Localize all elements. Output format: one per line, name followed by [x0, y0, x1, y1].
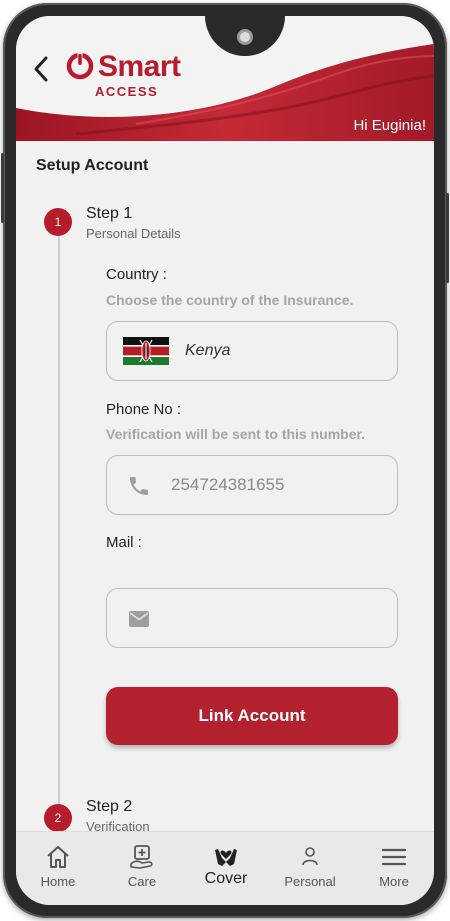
link-account-button[interactable]: Link Account	[106, 687, 398, 745]
mail-input[interactable]	[171, 603, 381, 633]
country-select[interactable]: Kenya	[106, 321, 398, 381]
brand-name: Smart	[98, 50, 181, 83]
power-button	[446, 193, 449, 283]
step-2-badge: 2	[44, 804, 72, 832]
back-button[interactable]	[28, 52, 54, 86]
care-icon	[130, 845, 153, 869]
nav-item-more[interactable]: More	[352, 832, 434, 905]
power-logo-icon	[66, 52, 94, 80]
app-screen: Smart ACCESS Hi Euginia! Setup Account 1…	[16, 16, 434, 905]
nav-label-cover: Cover	[204, 870, 248, 887]
mail-field[interactable]	[106, 588, 398, 648]
bottom-navigation: Home Care Cover Personal More	[16, 831, 434, 905]
home-icon	[47, 846, 69, 868]
brand-logo: Smart ACCESS	[64, 50, 204, 102]
step-1-title: Step 1	[86, 205, 133, 222]
menu-icon	[381, 848, 407, 866]
phone-label: Phone No :	[106, 401, 182, 418]
step-1-subtitle: Personal Details	[86, 226, 181, 241]
country-label: Country :	[106, 266, 167, 283]
nav-item-personal[interactable]: Personal	[268, 832, 352, 905]
cover-icon	[215, 849, 237, 866]
front-camera-icon	[237, 29, 253, 45]
nav-label-care: Care	[127, 874, 157, 889]
phone-input[interactable]	[171, 470, 381, 500]
mail-label: Mail :	[106, 534, 142, 551]
nav-item-care[interactable]: Care	[100, 832, 184, 905]
person-icon	[302, 847, 318, 866]
step-timeline-line	[58, 236, 60, 806]
phone-hint: Verification will be sent to this number…	[106, 426, 366, 442]
step-1-badge: 1	[44, 208, 72, 236]
mail-icon	[129, 611, 149, 627]
phone-field[interactable]	[106, 455, 398, 515]
user-greeting: Hi Euginia!	[353, 117, 426, 134]
phone-icon	[130, 477, 148, 495]
phone-frame: Smart ACCESS Hi Euginia! Setup Account 1…	[1, 3, 449, 918]
nav-item-home[interactable]: Home	[16, 832, 100, 905]
nav-label-personal: Personal	[284, 874, 336, 889]
page-title: Setup Account	[36, 157, 149, 174]
volume-button	[1, 153, 4, 223]
nav-label-home: Home	[40, 874, 76, 889]
chevron-left-icon	[34, 56, 48, 82]
country-hint: Choose the country of the Insurance.	[106, 292, 354, 308]
kenya-flag-icon	[123, 337, 169, 365]
brand-subtitle: ACCESS	[95, 84, 159, 99]
country-value: Kenya	[185, 342, 231, 359]
nav-item-cover[interactable]: Cover	[184, 832, 268, 905]
step-2-title: Step 2	[86, 798, 133, 815]
nav-label-more: More	[379, 874, 409, 889]
